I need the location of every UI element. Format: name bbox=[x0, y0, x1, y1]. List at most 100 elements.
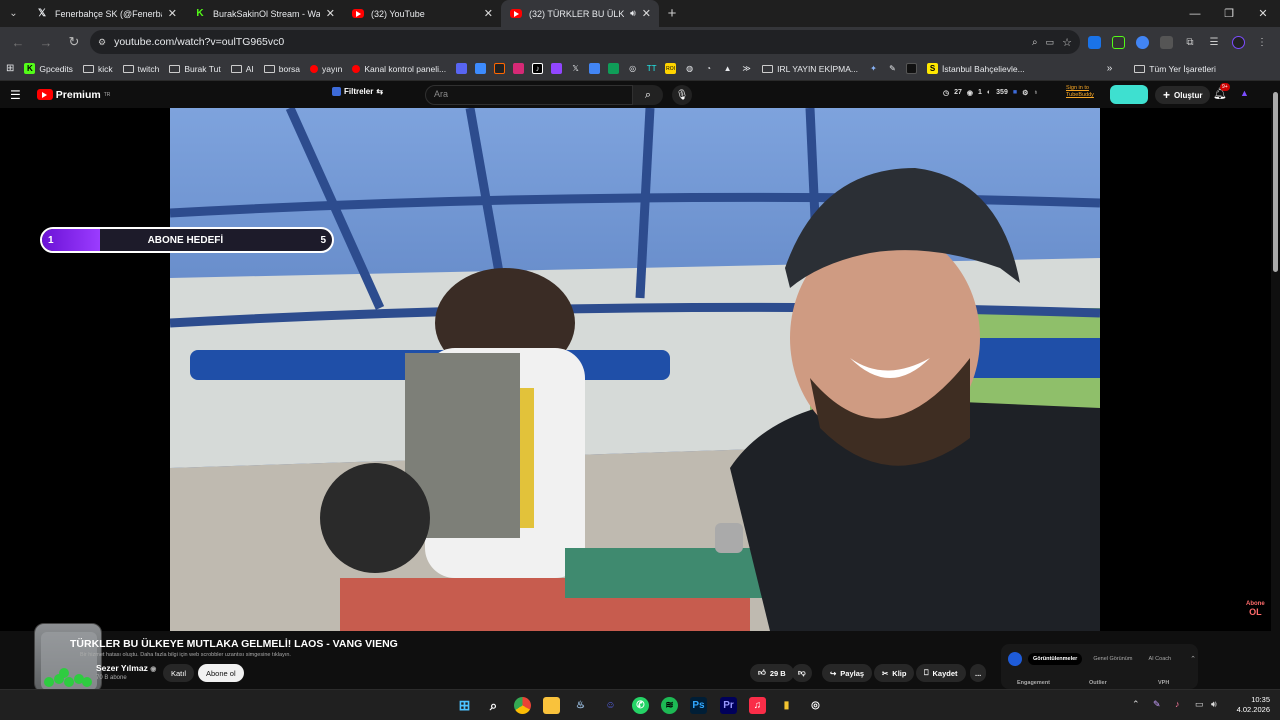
collapse-icon[interactable]: ⌃ bbox=[1190, 655, 1196, 663]
create-button[interactable]: + Oluştur bbox=[1155, 86, 1211, 104]
system-clock[interactable]: 10:35 4.02.2026 bbox=[1228, 695, 1270, 715]
youtube-logo[interactable]: Premium TR bbox=[36, 89, 110, 101]
steam-icon[interactable]: ♨ bbox=[572, 697, 589, 714]
bookmark-icon[interactable] bbox=[456, 63, 468, 74]
bookmark-icon[interactable]: ROI bbox=[665, 63, 677, 74]
reload-icon[interactable]: ↻ bbox=[62, 30, 86, 54]
zoom-icon[interactable]: ⌕ bbox=[1032, 37, 1038, 48]
bookmark-icon[interactable]: ◍ bbox=[684, 63, 695, 74]
close-icon[interactable]: ✕ bbox=[484, 7, 493, 20]
start-icon[interactable]: ⊞ bbox=[456, 697, 473, 714]
video-player[interactable]: 1 ABONE HEDEFİ 5 Abone OL bbox=[0, 108, 1280, 631]
address-bar[interactable]: ⚙ youtube.com/watch?v=oulTG965vc0 ⌕ ▭ ☆ bbox=[90, 30, 1080, 54]
tab-youtube-video[interactable]: (32) TÜRKLER BU ÜLKEYE M 🔊︎ ✕ bbox=[501, 0, 659, 27]
restore-icon[interactable]: ❐ bbox=[1212, 0, 1246, 27]
channel-name[interactable]: Sezer Yılmaz ◉ bbox=[96, 663, 156, 673]
forward-icon[interactable]: → bbox=[34, 30, 58, 54]
close-icon[interactable]: ✕ bbox=[642, 7, 651, 20]
star-icon[interactable]: ☆ bbox=[1062, 36, 1072, 49]
speaker-icon[interactable]: 🔊︎ bbox=[630, 8, 636, 19]
tiktok-icon[interactable]: ♪ bbox=[532, 63, 544, 74]
tab-views[interactable]: Görüntülenmeler bbox=[1028, 653, 1083, 665]
tubebuddy-signin[interactable]: Sign in to TubeBuddy bbox=[1066, 85, 1094, 99]
medal-icon[interactable]: ♁ bbox=[1033, 89, 1038, 97]
mic-tray-icon[interactable]: ♪ bbox=[1175, 699, 1180, 709]
clip-button[interactable]: ✂ Klip bbox=[874, 664, 915, 682]
extensions-puzzle-icon[interactable]: ⧉ bbox=[1180, 32, 1200, 52]
tray-overflow-icon[interactable]: ⌃ bbox=[1132, 699, 1140, 710]
bookmark-gpcedits[interactable]: K Gpcedits bbox=[24, 63, 73, 74]
dislike-button[interactable]: 👎︎ bbox=[792, 664, 812, 682]
bookmark-icon[interactable]: ◔ bbox=[703, 63, 714, 74]
extension-toggle-button[interactable] bbox=[1110, 85, 1148, 104]
share-button[interactable]: ↪ Paylaş bbox=[822, 664, 873, 682]
settings-icon[interactable]: ⚙ bbox=[1022, 89, 1028, 97]
extension-icon[interactable] bbox=[1108, 32, 1128, 52]
hamburger-menu-icon[interactable]: ☰ bbox=[10, 88, 21, 102]
bookmark-icon[interactable]: ✎ bbox=[887, 63, 898, 74]
apps-icon[interactable]: ⊞ bbox=[6, 63, 14, 74]
channel-thumbnail[interactable] bbox=[34, 623, 102, 693]
subscribe-watermark[interactable]: Abone OL bbox=[1246, 600, 1265, 617]
more-actions-button[interactable]: ... bbox=[970, 664, 987, 682]
video-frame[interactable] bbox=[170, 108, 1100, 631]
x-icon[interactable]: 𝕏 bbox=[570, 63, 581, 74]
page-scrollbar[interactable] bbox=[1271, 84, 1280, 689]
all-bookmarks[interactable]: Tüm Yer İşaretleri bbox=[1134, 64, 1216, 74]
discord-icon[interactable]: ☺ bbox=[602, 697, 619, 714]
bookmark-yayin[interactable]: yayın bbox=[310, 64, 342, 74]
sheets-icon[interactable] bbox=[608, 63, 620, 74]
bookmark-icon[interactable] bbox=[906, 63, 918, 74]
file-explorer-icon[interactable] bbox=[543, 697, 560, 714]
instagram-icon[interactable] bbox=[513, 63, 525, 74]
bookmark-icon[interactable] bbox=[494, 63, 506, 74]
premiere-icon[interactable]: Pr bbox=[720, 697, 737, 714]
scrollbar-thumb[interactable] bbox=[1273, 92, 1278, 272]
like-button[interactable]: 👍︎ 29 B bbox=[750, 664, 794, 682]
cast-icon[interactable]: ▭ bbox=[1046, 37, 1055, 48]
new-tab-button[interactable]: + bbox=[659, 0, 685, 27]
docs-icon[interactable] bbox=[589, 63, 601, 74]
bookmark-ai[interactable]: AI bbox=[230, 64, 254, 74]
save-button[interactable]: ⎕ Kaydet bbox=[916, 664, 966, 682]
photoshop-icon[interactable]: Ps bbox=[690, 697, 707, 714]
reading-list-icon[interactable]: ☰ bbox=[1204, 32, 1224, 52]
voice-search-button[interactable]: 🎙︎ bbox=[672, 85, 692, 105]
gemini-icon[interactable]: ✦ bbox=[868, 63, 879, 74]
extension-icon[interactable] bbox=[1132, 32, 1152, 52]
tab-fenerbahce[interactable]: 𝕏 Fenerbahçe SK (@Fenerbahce) ✕ bbox=[27, 0, 185, 27]
pen-icon[interactable]: ✎ bbox=[1153, 699, 1161, 710]
music-icon[interactable]: ♫ bbox=[749, 697, 766, 714]
whatsapp-icon[interactable]: ✆ bbox=[632, 697, 649, 714]
close-icon[interactable]: ✕ bbox=[168, 7, 177, 20]
search-input[interactable]: Ara bbox=[425, 85, 633, 105]
extension-icon[interactable]: ■ bbox=[1013, 89, 1017, 97]
site-info-icon[interactable]: ⚙ bbox=[98, 37, 106, 48]
menu-icon[interactable]: ⋮ bbox=[1252, 32, 1272, 52]
app-icon[interactable]: ▮ bbox=[778, 697, 795, 714]
bookmark-kanal-kontrol[interactable]: Kanal kontrol paneli... bbox=[352, 64, 446, 74]
tab-youtube-home[interactable]: (32) YouTube ✕ bbox=[343, 0, 501, 27]
filters-button[interactable]: Filtreler ⇆ bbox=[332, 87, 383, 96]
join-button[interactable]: Katıl bbox=[163, 664, 195, 682]
extension-icon[interactable] bbox=[1084, 32, 1104, 52]
tradingview-icon[interactable]: TT bbox=[646, 63, 657, 74]
tab-kick-stream[interactable]: K BurakSakinOl Stream - Watch L ✕ bbox=[185, 0, 343, 27]
subscribe-button[interactable]: Abone ol bbox=[198, 664, 244, 682]
chrome-icon[interactable] bbox=[514, 697, 531, 714]
bookmark-istanbul[interactable]: S İstanbul Bahçelievle... bbox=[927, 63, 1025, 74]
bookmark-icon[interactable] bbox=[475, 63, 487, 74]
app-icon[interactable]: ◎ bbox=[807, 697, 824, 714]
bookmark-irl-yayin[interactable]: IRL YAYIN EKİPMA... bbox=[762, 64, 858, 74]
search-icon[interactable]: ⌕ bbox=[485, 697, 502, 714]
chatgpt-icon[interactable]: ◎ bbox=[627, 63, 638, 74]
network-icon[interactable]: ▭ bbox=[1195, 699, 1204, 710]
tab-overview[interactable]: Genel Görünüm bbox=[1088, 653, 1137, 665]
bookmark-borsa[interactable]: borsa bbox=[263, 64, 300, 74]
tab-search-icon[interactable]: ⌄ bbox=[0, 0, 27, 27]
extension-icon[interactable] bbox=[1156, 32, 1176, 52]
volume-icon[interactable]: 🔊︎ bbox=[1211, 699, 1217, 710]
tab-ai-coach[interactable]: AI Coach bbox=[1143, 653, 1176, 665]
notifications-button[interactable]: 🔔︎ 9+ bbox=[1213, 83, 1230, 100]
close-window-icon[interactable]: ✕ bbox=[1246, 0, 1280, 27]
